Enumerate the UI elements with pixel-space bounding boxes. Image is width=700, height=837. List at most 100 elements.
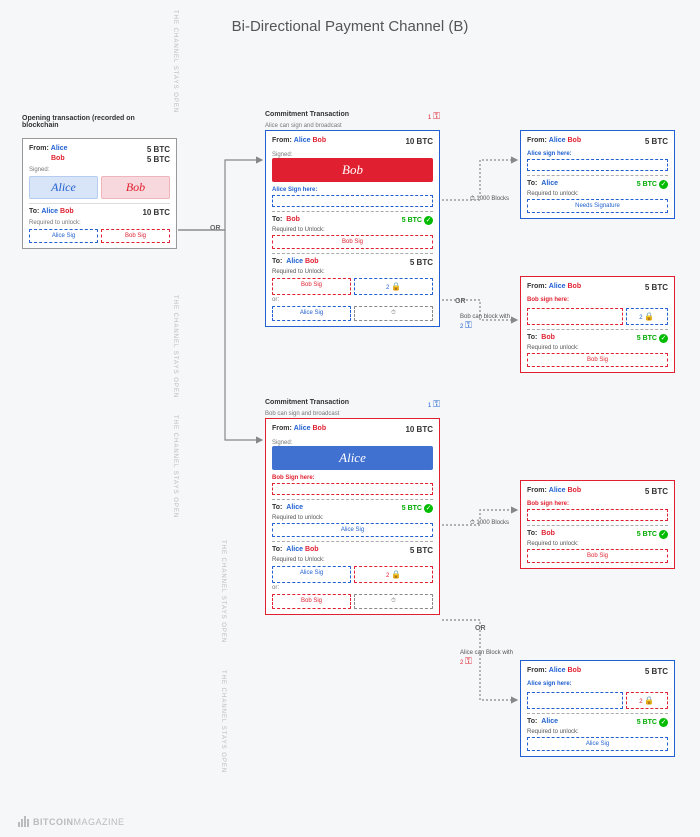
clock-icon: ⏱ bbox=[354, 306, 433, 321]
rb1-input[interactable] bbox=[527, 509, 668, 521]
commit-b-sub: Bob can sign and broadcast bbox=[265, 411, 440, 417]
check-icon: ✓ bbox=[659, 718, 668, 727]
ca2-or: or: bbox=[272, 297, 433, 303]
lock-icon: 🔒 bbox=[644, 696, 654, 705]
signature-bob: Bob bbox=[101, 176, 170, 199]
cb-from-label: From: bbox=[272, 425, 292, 432]
cb-sign-input[interactable] bbox=[272, 483, 433, 495]
blocks-1: ⏱ 1000 Blocks bbox=[470, 196, 509, 203]
ra2-outamt: 5 BTC bbox=[637, 335, 657, 342]
to-label: To: bbox=[29, 208, 39, 215]
ca-signed-bob: Bob bbox=[272, 158, 433, 182]
opening-card: From: Alice5 BTC Bob5 BTC Signed: Alice … bbox=[22, 138, 177, 249]
rb2-amt: 5 BTC bbox=[645, 667, 668, 676]
rb1-alice: Alice bbox=[549, 487, 566, 494]
ca-from-bob: Bob bbox=[312, 137, 326, 144]
key-icon: ⚿ bbox=[465, 656, 472, 666]
result-a1-card: From: Alice Bob5 BTC Alice sign here: To… bbox=[520, 130, 675, 219]
result-a2-card: From: Alice Bob5 BTC Bob sign here: 2 🔒 … bbox=[520, 276, 675, 373]
amt-alice: 5 BTC bbox=[147, 145, 170, 154]
commit-a-sub: Alice can sign and broadcast bbox=[265, 123, 440, 129]
ca-sign-here: Alice Sign here: bbox=[272, 187, 433, 193]
cb2-req: Required to Unlock: bbox=[272, 557, 433, 563]
key-icon: ⚿ bbox=[465, 320, 472, 330]
ca1-amt: 5 BTC bbox=[402, 217, 422, 224]
rb2-to: Alice bbox=[541, 718, 558, 725]
cb2-to2: Bob bbox=[305, 546, 319, 553]
ca1-to: Bob bbox=[286, 216, 300, 223]
ca-from-alice: Alice bbox=[294, 137, 311, 144]
rb1-to-label: To: bbox=[527, 530, 537, 537]
ca1-sig: Bob Sig bbox=[272, 235, 433, 249]
bob-sig-box: Bob Sig bbox=[101, 229, 170, 243]
ra1-sign: Alice sign here: bbox=[527, 151, 668, 157]
signature-alice: Alice bbox=[29, 176, 98, 199]
logo-suffix: MAGAZINE bbox=[74, 817, 125, 827]
rb2-sig: Alice Sig bbox=[527, 737, 668, 751]
cb1-sig: Alice Sig bbox=[272, 523, 433, 537]
cb1-to: Alice bbox=[286, 504, 303, 511]
ra2-bob: Bob bbox=[567, 283, 581, 290]
to-alice: Alice bbox=[41, 208, 58, 215]
clock-icon: ⏱ bbox=[354, 594, 433, 609]
cb1-amt: 5 BTC bbox=[402, 505, 422, 512]
rb2-alice: Alice bbox=[549, 667, 566, 674]
clock-icon: ⏱ bbox=[470, 196, 475, 202]
or-1: OR bbox=[210, 225, 221, 232]
commit-a-card: From: Alice Bob10 BTC Signed: Bob Alice … bbox=[265, 130, 440, 327]
ca2-to2: Bob bbox=[305, 258, 319, 265]
ca2-amt: 5 BTC bbox=[410, 258, 433, 267]
side-text-4: THE CHANNEL STAYS OPEN bbox=[220, 540, 226, 643]
check-icon: ✓ bbox=[659, 530, 668, 539]
commit-b-card: From: Alice Bob10 BTC Signed: Alice Bob … bbox=[265, 418, 440, 615]
ca2-sig1: Bob Sig bbox=[272, 278, 351, 295]
ra1-input[interactable] bbox=[527, 159, 668, 171]
rb1-outamt: 5 BTC bbox=[637, 531, 657, 538]
rb1-to: Bob bbox=[541, 530, 555, 537]
cb2-to-label: To: bbox=[272, 546, 282, 553]
page-title: Bi-Directional Payment Channel (B) bbox=[0, 18, 700, 35]
ra2-req: Required to unlock: bbox=[527, 345, 668, 351]
ra2-alice: Alice bbox=[549, 283, 566, 290]
rb2-sign: Alice sign here: bbox=[527, 681, 668, 687]
ra1-from: From: bbox=[527, 137, 547, 144]
check-icon: ✓ bbox=[424, 504, 433, 513]
req-label: Required to unlock: bbox=[29, 220, 170, 226]
check-icon: ✓ bbox=[659, 334, 668, 343]
ca-from-label: From: bbox=[272, 137, 292, 144]
key-b-num: 1 bbox=[428, 403, 431, 409]
side-text-2: THE CHANNEL STAYS OPEN bbox=[172, 295, 178, 398]
ca2-lock: 2 🔒 bbox=[354, 278, 433, 295]
or-2: OR bbox=[455, 298, 466, 305]
rb2-from: From: bbox=[527, 667, 547, 674]
check-icon: ✓ bbox=[659, 180, 668, 189]
cb2-lock: 2 🔒 bbox=[354, 566, 433, 583]
logo-icon bbox=[18, 816, 29, 827]
from-bob: Bob bbox=[51, 155, 65, 162]
rb2-to-label: To: bbox=[527, 718, 537, 725]
ra2-input[interactable] bbox=[527, 308, 623, 325]
ra2-lock: 2 🔒 bbox=[626, 308, 669, 325]
rb2-input[interactable] bbox=[527, 692, 623, 709]
ra1-to-label: To: bbox=[527, 180, 537, 187]
commit-a-header: Commitment Transaction bbox=[265, 111, 349, 118]
ca2-to-label: To: bbox=[272, 258, 282, 265]
rb2-req: Required to unlock: bbox=[527, 729, 668, 735]
rb2-lock: 2 🔒 bbox=[626, 692, 669, 709]
ca-sign-input[interactable] bbox=[272, 195, 433, 207]
result-b2-card: From: Alice Bob5 BTC Alice sign here: 2 … bbox=[520, 660, 675, 757]
key-icon: ⚿ bbox=[433, 399, 440, 409]
result-b1-card: From: Alice Bob5 BTC Bob sign here: To: … bbox=[520, 480, 675, 569]
alice-block: Alice can Block with2 ⚿ bbox=[460, 650, 513, 667]
rb1-sig: Bob Sig bbox=[527, 549, 668, 563]
check-icon: ✓ bbox=[424, 216, 433, 225]
ra2-to-label: To: bbox=[527, 334, 537, 341]
cb1-to-label: To: bbox=[272, 504, 282, 511]
amt-bob: 5 BTC bbox=[147, 155, 170, 164]
ra1-sig: Needs Signature bbox=[527, 199, 668, 213]
side-text-1: THE CHANNEL STAYS OPEN bbox=[172, 10, 178, 113]
cb2-to1: Alice bbox=[286, 546, 303, 553]
ca2-req: Required to Unlock: bbox=[272, 269, 433, 275]
cb2-amt: 5 BTC bbox=[410, 546, 433, 555]
ra1-amt: 5 BTC bbox=[645, 137, 668, 146]
